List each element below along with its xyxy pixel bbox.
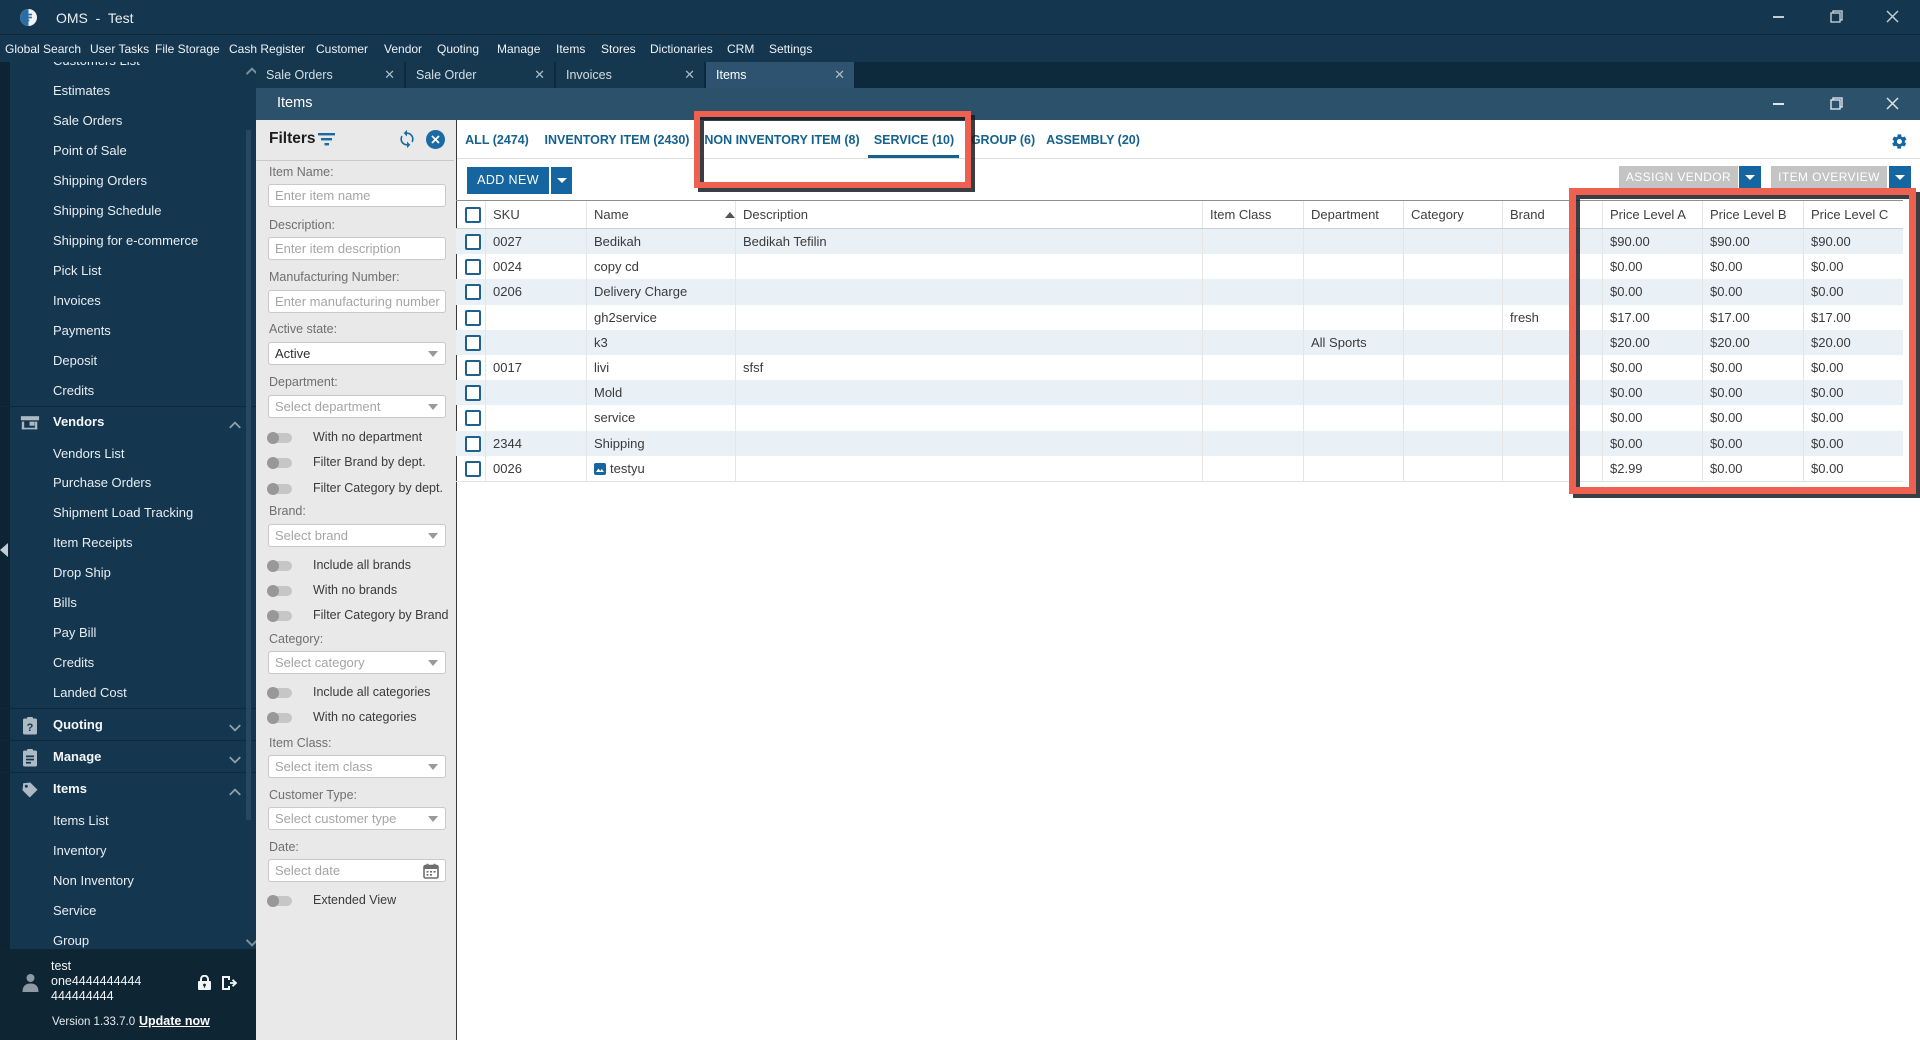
svg-text:?: ? <box>27 722 34 734</box>
